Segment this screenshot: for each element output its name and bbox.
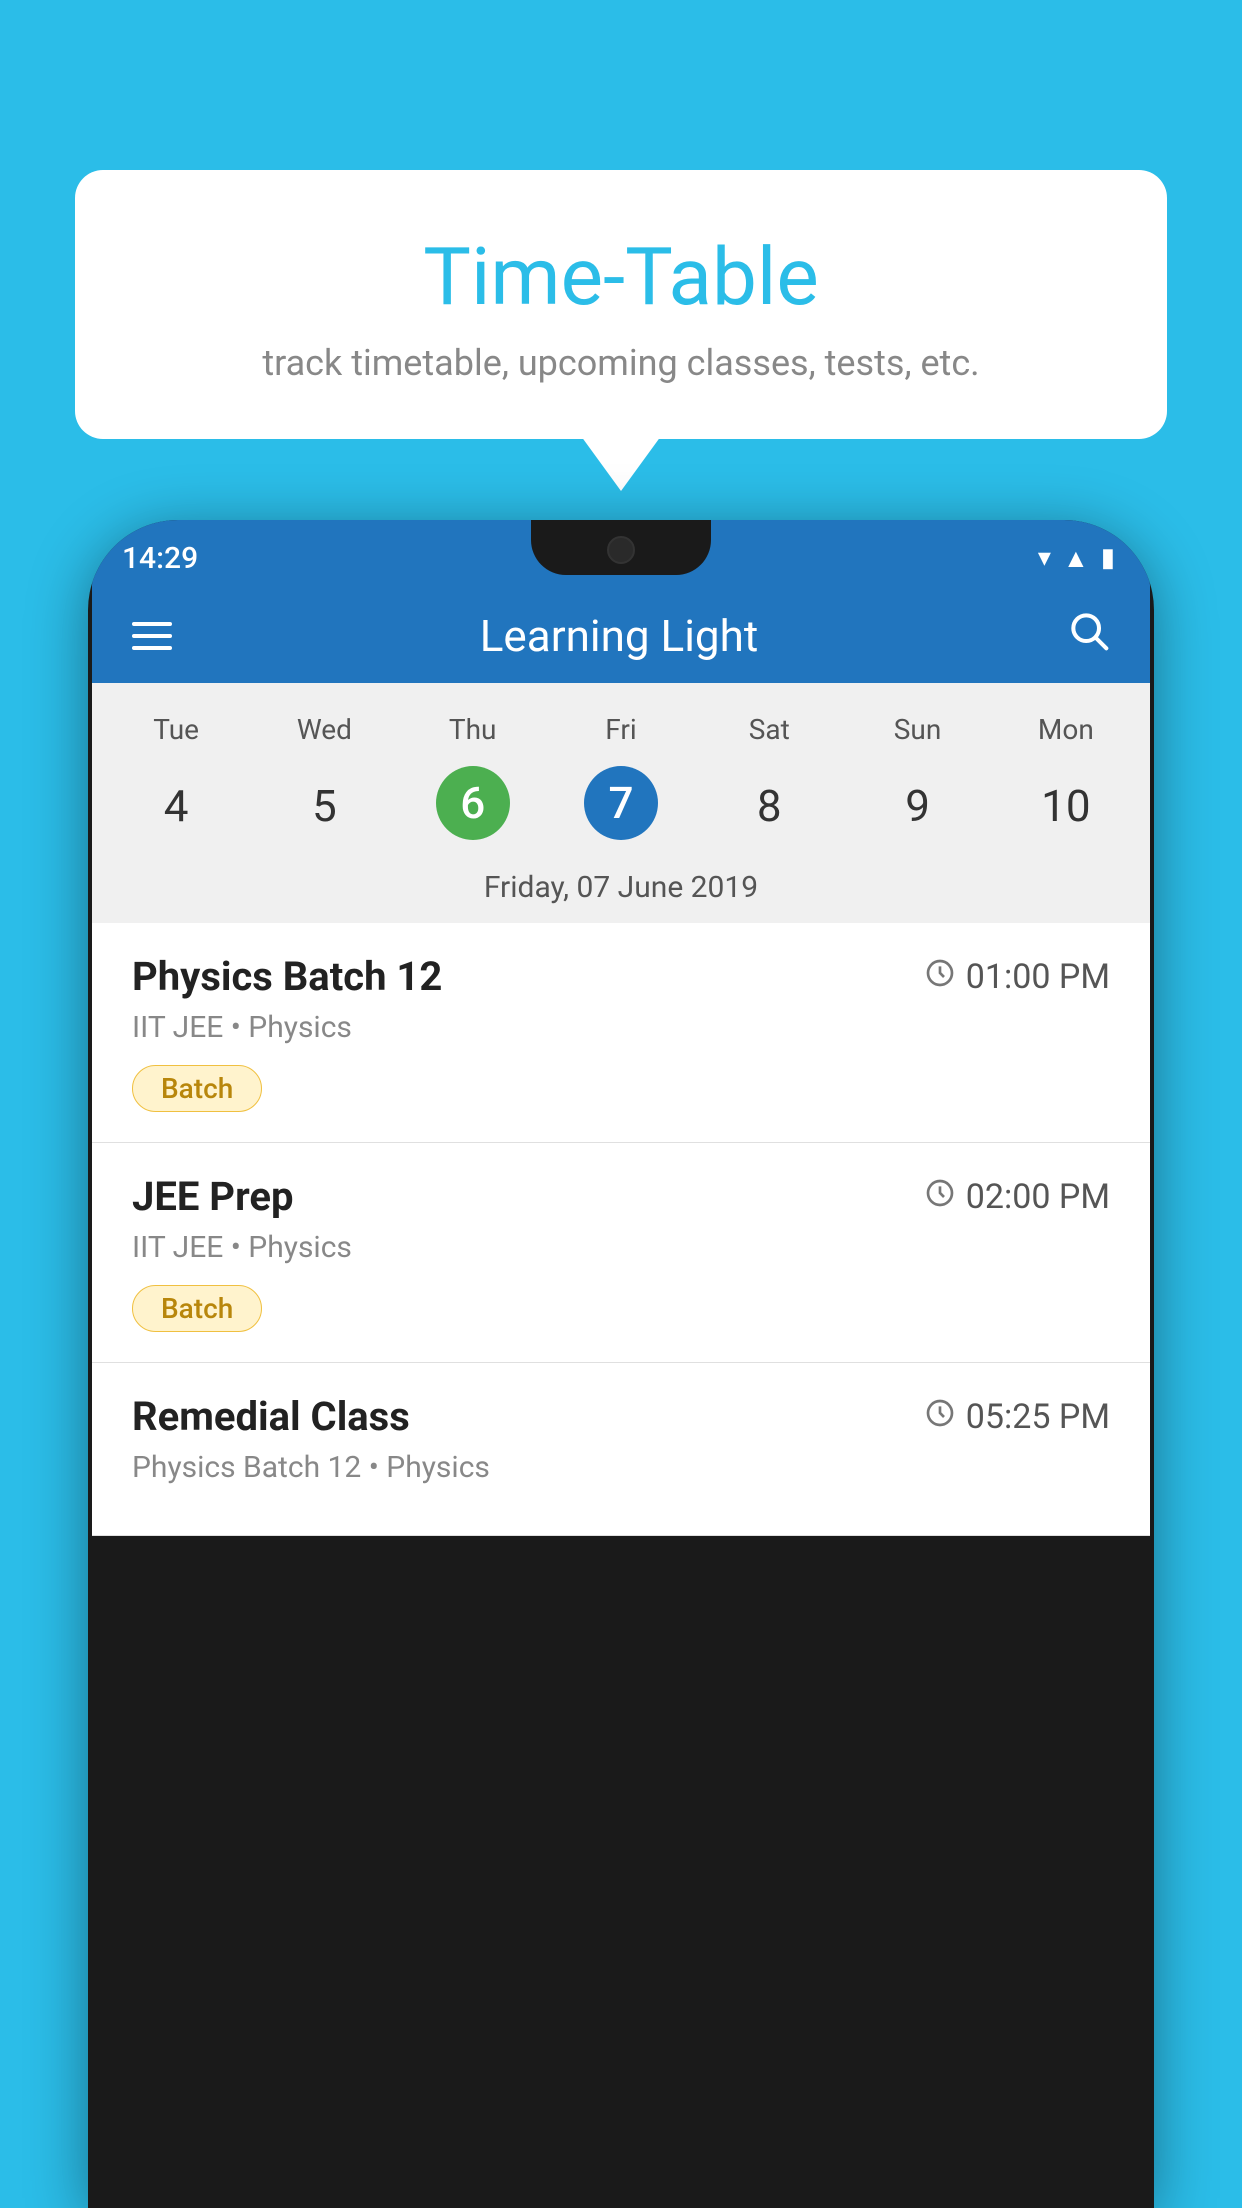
schedule-item-1-badge: Batch	[132, 1065, 262, 1112]
day-header-fri: Fri	[547, 703, 695, 756]
hamburger-menu[interactable]	[132, 622, 172, 650]
bubble-title: Time-Table	[125, 230, 1117, 324]
schedule-item-2-time: 02:00 PM	[924, 1177, 1110, 1217]
schedule-item-1-header: Physics Batch 12 01:00 PM	[132, 953, 1110, 1000]
day-header-sat: Sat	[695, 703, 843, 756]
schedule-item-2-time-text: 02:00 PM	[966, 1177, 1110, 1217]
schedule-item-3-time-text: 05:25 PM	[966, 1397, 1110, 1437]
day-header-wed: Wed	[250, 703, 398, 756]
speech-bubble: Time-Table track timetable, upcoming cla…	[75, 170, 1167, 439]
schedule-item-2-title: JEE Prep	[132, 1173, 293, 1220]
status-time: 14:29	[122, 541, 198, 576]
day-4[interactable]: 4	[102, 766, 250, 846]
schedule-item-2[interactable]: JEE Prep 02:00 PM IIT JEE • Physics	[92, 1143, 1150, 1363]
app-bar: Learning Light	[92, 588, 1150, 683]
day-header-thu: Thu	[399, 703, 547, 756]
schedule-item-1-time-text: 01:00 PM	[966, 957, 1110, 997]
day-header-mon: Mon	[992, 703, 1140, 756]
signal-icon: ▲	[1063, 543, 1089, 574]
day-5[interactable]: 5	[250, 766, 398, 846]
day-6-today[interactable]: 6	[436, 766, 510, 840]
schedule-item-3-time: 05:25 PM	[924, 1397, 1110, 1437]
phone-notch	[531, 520, 711, 575]
schedule-item-1[interactable]: Physics Batch 12 01:00 PM IIT JEE • P	[92, 923, 1150, 1143]
schedule-item-1-time: 01:00 PM	[924, 957, 1110, 997]
schedule-item-3-header: Remedial Class 05:25 PM	[132, 1393, 1110, 1440]
status-icons: ▾ ▲ ▮	[1038, 543, 1115, 574]
clock-icon-3	[924, 1397, 956, 1437]
day-8[interactable]: 8	[695, 766, 843, 846]
schedule-item-2-header: JEE Prep 02:00 PM	[132, 1173, 1110, 1220]
schedule-item-2-badge: Batch	[132, 1285, 262, 1332]
phone-frame: 14:29 ▾ ▲ ▮ Learning Light	[88, 520, 1154, 2208]
schedule-item-3-subtitle: Physics Batch 12 • Physics	[132, 1450, 1110, 1485]
search-button[interactable]	[1066, 608, 1110, 663]
phone-screen: 14:29 ▾ ▲ ▮ Learning Light	[92, 520, 1150, 2208]
clock-icon-2	[924, 1177, 956, 1217]
day-10[interactable]: 10	[992, 766, 1140, 846]
schedule-item-1-subtitle: IIT JEE • Physics	[132, 1010, 1110, 1045]
wifi-icon: ▾	[1038, 543, 1051, 573]
day-9[interactable]: 9	[843, 766, 991, 846]
selected-date-label: Friday, 07 June 2019	[92, 856, 1150, 923]
schedule-list: Physics Batch 12 01:00 PM IIT JEE • P	[92, 923, 1150, 1536]
day-7-selected[interactable]: 7	[584, 766, 658, 840]
bubble-subtitle: track timetable, upcoming classes, tests…	[125, 342, 1117, 384]
day-header-sun: Sun	[843, 703, 991, 756]
battery-icon: ▮	[1101, 543, 1115, 573]
day-header-tue: Tue	[102, 703, 250, 756]
app-title: Learning Light	[480, 610, 759, 662]
phone-container: 14:29 ▾ ▲ ▮ Learning Light	[88, 520, 1154, 2208]
schedule-item-2-subtitle: IIT JEE • Physics	[132, 1230, 1110, 1265]
schedule-item-1-title: Physics Batch 12	[132, 953, 442, 1000]
schedule-item-3[interactable]: Remedial Class 05:25 PM Physics Batch	[92, 1363, 1150, 1536]
schedule-item-3-title: Remedial Class	[132, 1393, 410, 1440]
day-numbers: 4 5 6 7 8 9 10	[92, 756, 1150, 856]
phone-camera	[607, 536, 635, 564]
clock-icon-1	[924, 957, 956, 997]
calendar-strip: Tue Wed Thu Fri Sat Sun Mon 4 5 6 7 8 9 …	[92, 683, 1150, 923]
day-headers: Tue Wed Thu Fri Sat Sun Mon	[92, 703, 1150, 756]
